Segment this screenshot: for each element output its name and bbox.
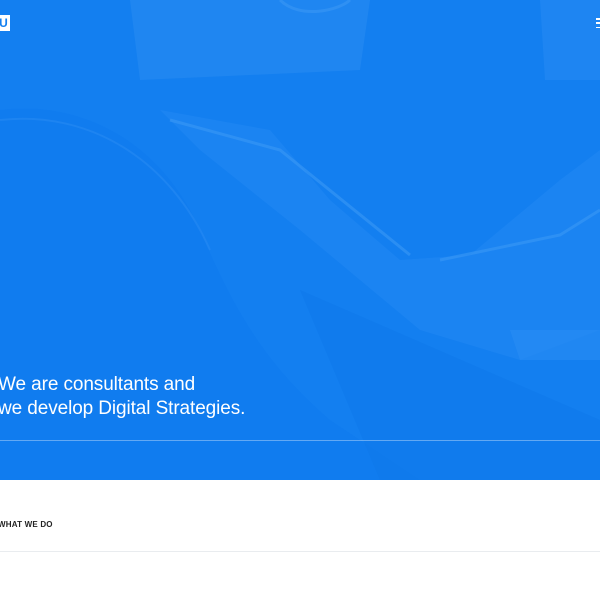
- hero-headline-line-2: we develop Digital Strategies.: [0, 398, 246, 419]
- logo[interactable]: U: [0, 15, 10, 31]
- hero-divider: [0, 440, 600, 441]
- section-label-what-we-do: WHAT WE DO: [0, 520, 53, 529]
- hero-headline: We are consultants and we develop Digita…: [0, 373, 245, 421]
- section-divider: [0, 551, 600, 552]
- hero-section: U We are consultants and we develop Digi…: [0, 0, 600, 480]
- hero-headline-line-1: We are consultants and: [0, 374, 196, 395]
- hamburger-menu-icon[interactable]: [596, 18, 600, 28]
